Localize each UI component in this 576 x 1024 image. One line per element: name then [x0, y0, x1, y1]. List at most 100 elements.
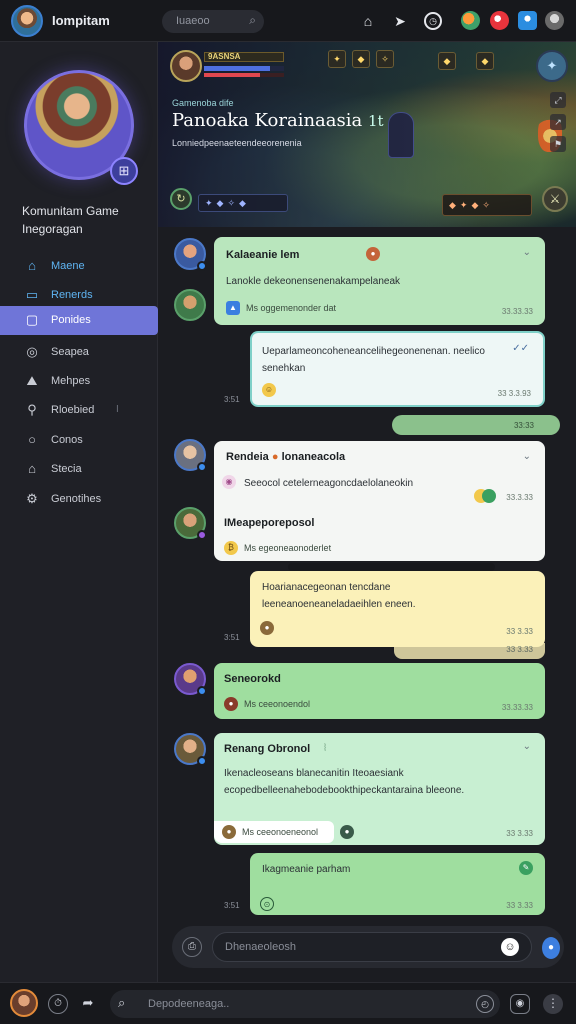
reply-bar[interactable]: 33:33	[392, 415, 560, 435]
top-search-input[interactable]: Iuaeoo ⌕	[162, 10, 264, 33]
profile-icon[interactable]	[545, 11, 564, 30]
gem-icon	[482, 489, 496, 503]
message-bubble[interactable]: Kalaeanie lem ● ⌄ Lanokle dekeonensenena…	[214, 237, 545, 325]
chevron-down-icon[interactable]: ⌄	[523, 451, 531, 462]
reaction-icon: ●	[366, 247, 380, 261]
message-author: Kalaeanie lem	[226, 249, 300, 261]
nav-label: Conos	[51, 434, 83, 446]
attach-button[interactable]: ⎙	[182, 937, 202, 957]
message-time: 33 3.33	[506, 627, 533, 636]
nav-label: Seapea	[51, 346, 89, 358]
message-time: 33 3.33	[506, 829, 533, 838]
emoji-icon: ☺	[262, 383, 276, 397]
avatar[interactable]	[174, 663, 207, 696]
nav-item-maene[interactable]: ⌂ Maene	[0, 252, 158, 281]
community-badge-icon[interactable]: ⊞	[110, 157, 138, 185]
chevron-down-icon[interactable]: ⌄	[523, 741, 531, 752]
message-meta: Ms oggemenonder dat	[246, 303, 337, 313]
message-input-placeholder: Dhenaeoleosh	[225, 941, 296, 953]
home-icon: ⌂	[28, 258, 36, 273]
flag-icon[interactable]: ⚑	[550, 136, 566, 152]
minimap-icon[interactable]: ✦	[536, 50, 568, 82]
avatar[interactable]	[174, 733, 207, 766]
bottom-bar: ⏱ ➦ ⌕ Depodeeneaga.. ◴ ◉ ⋮	[0, 982, 576, 1024]
avatar[interactable]	[174, 507, 207, 540]
chat-icon: ▢	[25, 312, 39, 327]
online-status	[197, 530, 207, 540]
flame-icon: ●	[271, 451, 279, 463]
app-title: Iompitam	[52, 13, 110, 28]
filter-icon[interactable]: ◴	[476, 995, 494, 1013]
message-bubble[interactable]: Renang Obronol ⦚ ⌄ Ikenacleoseans blanec…	[214, 733, 545, 845]
nav-item-seapea[interactable]: ◎ Seapea	[0, 338, 158, 367]
nav-item-mehpes[interactable]: ⛰ Mehpes	[0, 367, 158, 396]
avatar-mini-icon: ●	[224, 697, 238, 711]
bottom-search-input[interactable]: ⌕ Depodeeneaga.. ◴	[110, 990, 500, 1018]
hud-mana-bar	[204, 66, 284, 71]
home-icon[interactable]: ⌂	[359, 12, 377, 30]
user-badge-icon[interactable]	[518, 11, 537, 30]
clock-icon[interactable]: ◷	[424, 12, 442, 30]
hud-level-text: 9ASNSA	[208, 52, 241, 61]
message-bubble[interactable]: Ikagmeanie parham ✎ ⊙ 33 3.33	[250, 853, 545, 915]
message-time: 33.33.33	[501, 703, 533, 712]
message-bubble[interactable]: Seneorokd ● Ms ceeonoendol 33.33.33	[214, 663, 545, 719]
community-banner: 9ASNSA ✦ ◆ ✧ ◆ ◆ ✦ Gamenoba dife Panoaka…	[158, 42, 576, 227]
game-badge-icon[interactable]	[461, 11, 480, 30]
send-button[interactable]: ●	[542, 937, 560, 959]
attachment-icon: ▲	[226, 301, 240, 315]
message-bubble[interactable]: Ueparlameoncoheneancelihegeonenenan. nee…	[250, 331, 545, 407]
notification-icon[interactable]	[490, 11, 509, 30]
nav-label: Maene	[51, 260, 85, 272]
nav-item-genotihes[interactable]: ⚙ Genotihes	[0, 485, 158, 514]
bolt-icon[interactable]: ➤	[391, 12, 409, 30]
nav-item-ponides[interactable]: ▢ Ponides	[0, 306, 158, 335]
nav-item-conos[interactable]: ○ Conos	[0, 426, 158, 455]
message-time: 33.33.33	[501, 307, 533, 316]
add-reaction-icon[interactable]: ⊙	[260, 897, 274, 911]
nav-label: Mehpes	[51, 375, 91, 387]
online-status	[197, 756, 207, 766]
nav-item-stecia[interactable]: ⌂ Stecia	[0, 455, 158, 484]
badge-icon: ₿	[224, 541, 238, 555]
message-bubble[interactable]: Rendeia ● lonaneacola ⌄ ◉ Seeocol cetele…	[214, 441, 545, 561]
message-meta: Ms ceeonoeneonol	[242, 827, 319, 837]
hud-health-bar	[204, 73, 284, 77]
more-icon[interactable]: ⋮	[543, 994, 563, 1014]
reply-preview[interactable]: ● Ms ceeonoeneonol	[214, 821, 334, 843]
message-time: 33 3.33	[506, 901, 533, 910]
message-time: 33 3.3.93	[497, 389, 531, 398]
avatar[interactable]	[174, 289, 206, 321]
user-avatar[interactable]	[10, 989, 38, 1017]
nav-label: Renerds	[51, 289, 93, 301]
message-bubble-tail: 33 3.33	[394, 643, 545, 659]
emoji-button[interactable]: ☺	[501, 938, 519, 956]
message-text: Ikenacleoseans blanecanitin Iteoaesiank …	[224, 768, 465, 796]
hud-mana-fill	[204, 66, 270, 71]
hud-portrait	[170, 50, 202, 82]
reaction-icon: ◉	[222, 475, 236, 489]
hud-health-fill	[204, 73, 260, 77]
chevron-down-icon[interactable]: ⌄	[523, 247, 531, 258]
share-icon[interactable]: ➦	[78, 994, 98, 1014]
message-input[interactable]: Dhenaeoleosh ☺	[212, 932, 532, 962]
online-status	[197, 462, 207, 472]
camera-icon[interactable]: ◉	[510, 994, 530, 1014]
community-name: Komunitam Game Inegoragan	[22, 204, 119, 236]
message-meta: Ms ceeonoendol	[244, 699, 311, 709]
online-status	[197, 261, 207, 271]
app-avatar[interactable]	[11, 5, 43, 37]
nav-item-rloebied[interactable]: ⚲ Rloebied I	[0, 396, 158, 425]
expand-icon[interactable]: ⤢	[550, 92, 566, 108]
message-time: 33.3.33	[506, 493, 533, 502]
share-icon[interactable]: ↗	[550, 114, 566, 130]
avatar[interactable]	[174, 238, 207, 271]
hud-slot: ◆	[476, 52, 494, 70]
edit-icon[interactable]: ✎	[519, 861, 533, 875]
message-bubble[interactable]: Hoarianacegeonan tencdane leeneanoeneane…	[250, 571, 545, 647]
author-suffix: lonaneacola	[281, 451, 346, 463]
online-status	[197, 686, 207, 696]
timer-icon[interactable]: ⏱	[48, 994, 68, 1014]
nav-divider-mark: I	[116, 404, 119, 415]
avatar[interactable]	[174, 439, 207, 472]
